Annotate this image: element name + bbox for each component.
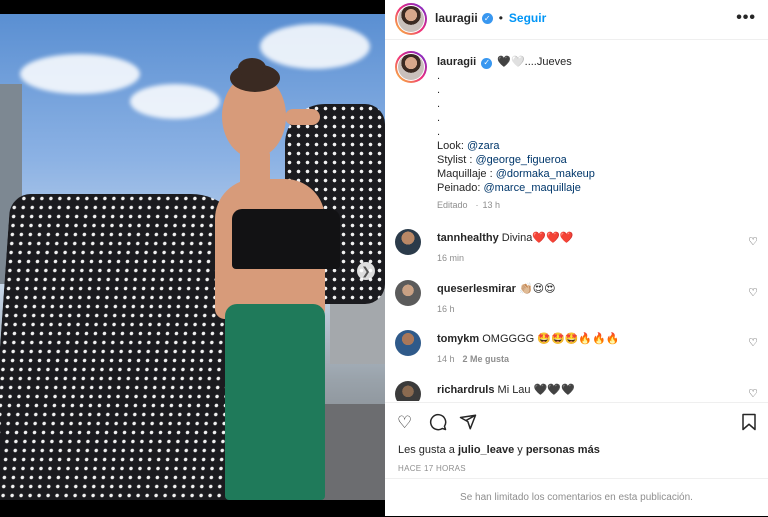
edited-label: Editado (437, 200, 468, 210)
comment-body: queserlesmirar 👏🏼😍😍 16 h (437, 282, 737, 316)
separator: • (498, 11, 503, 25)
commenter-username[interactable]: tannhealthy (437, 232, 499, 244)
stylist-link[interactable]: @george_figueroa (476, 154, 567, 166)
green-pants (225, 304, 325, 500)
next-photo-button[interactable]: ❯ (357, 262, 375, 280)
likes-summary: Les gusta a julio_leave y personas más (398, 444, 600, 456)
cloud (260, 24, 370, 69)
look-link[interactable]: @zara (467, 140, 500, 152)
hair-link[interactable]: @marce_maquillaje (483, 182, 580, 194)
caption-dot: . (437, 84, 441, 96)
caption-dot: . (437, 98, 441, 110)
look-label: Look: (437, 140, 467, 152)
more-options-icon[interactable]: ••• (736, 9, 756, 27)
heart-icon[interactable]: ♡ (748, 235, 758, 248)
commenter-avatar[interactable] (395, 280, 421, 306)
post-sidebar: lauragii ✓ • Seguir ••• lauragii ✓ 🖤🤍...… (385, 0, 768, 516)
arm (285, 109, 320, 125)
photo-top-bar (0, 0, 385, 14)
comments-limited-notice: Se han limitado los comentarios en esta … (385, 478, 768, 516)
comments-list: lauragii ✓ 🖤🤍....Jueves . . . . . Look: … (385, 41, 768, 401)
commenter-username[interactable]: richardruls (437, 384, 494, 396)
commenter-username[interactable]: tomykm (437, 333, 479, 345)
comment-likes[interactable]: 2 Me gusta (463, 354, 510, 364)
stylist-label: Stylist : (437, 154, 476, 166)
chevron-right-icon: ❯ (361, 265, 371, 278)
comment-text: Mi Lau 🖤🖤🖤 (497, 384, 575, 396)
post-header: lauragii ✓ • Seguir ••• (385, 0, 768, 40)
makeup-label: Maquillaje : (437, 168, 496, 180)
caption-text: 🖤🤍....Jueves (497, 56, 572, 68)
commenter-avatar[interactable] (395, 330, 421, 356)
comment-text: Divina❤️❤️❤️ (501, 232, 574, 244)
commenter-avatar[interactable] (395, 381, 421, 401)
post-modal: ❯ lauragii ✓ • Seguir ••• lauragii ✓ 🖤🤍.… (0, 0, 768, 516)
post-timestamp[interactable]: HACE 17 HORAS (398, 464, 466, 473)
author-info: lauragii ✓ • Seguir (435, 11, 546, 25)
share-icon[interactable] (459, 413, 477, 436)
likes-others-link[interactable]: personas más (526, 444, 600, 456)
commenter-username[interactable]: queserlesmirar (437, 283, 516, 295)
photo-bottom-bar (0, 500, 385, 516)
verified-badge-icon: ✓ (481, 57, 493, 69)
kimono-left (0, 194, 251, 500)
edited-time: 13 h (482, 200, 501, 210)
comment-time: 16 min (437, 253, 465, 263)
comment-text: 👏🏼😍😍 (518, 283, 556, 295)
bookmark-icon[interactable] (741, 413, 757, 436)
makeup-link[interactable]: @dormaka_makeup (496, 168, 595, 180)
cloud (130, 84, 220, 119)
heart-icon[interactable]: ♡ (748, 387, 758, 400)
caption-dot: . (437, 70, 441, 82)
hair-bun (238, 58, 266, 78)
verified-badge-icon: ✓ (481, 12, 493, 24)
post-caption: lauragii ✓ 🖤🤍....Jueves . . . . . Look: … (437, 55, 737, 212)
post-photo[interactable]: ❯ (0, 14, 385, 500)
cloud (20, 54, 140, 94)
comment-time: 14 h (437, 354, 455, 364)
bustier (232, 209, 340, 269)
caption-dot: . (437, 112, 441, 124)
follow-button[interactable]: Seguir (509, 11, 546, 25)
likes-prefix: Les gusta a (398, 444, 458, 456)
hair-label: Peinado: (437, 182, 484, 194)
comment-body: tomykm OMGGGG 🤩🤩🤩🔥🔥🔥 14 h 2 Me gusta (437, 332, 737, 366)
likes-user-link[interactable]: julio_leave (458, 444, 514, 456)
commenter-avatar[interactable] (395, 229, 421, 255)
caption-dot: . (437, 126, 441, 138)
heart-icon[interactable]: ♡ (397, 413, 412, 433)
likes-join: y (514, 444, 526, 456)
heart-icon[interactable]: ♡ (748, 286, 758, 299)
caption-username[interactable]: lauragii (437, 56, 476, 68)
comment-time: 16 h (437, 304, 455, 314)
caption-avatar[interactable] (395, 51, 427, 83)
comment-body: richardruls Mi Lau 🖤🖤🖤 (437, 383, 737, 397)
comment-text: OMGGGG 🤩🤩🤩🔥🔥🔥 (482, 333, 620, 345)
heart-icon[interactable]: ♡ (748, 336, 758, 349)
author-avatar[interactable] (395, 3, 427, 35)
author-username[interactable]: lauragii (435, 11, 478, 25)
comment-icon[interactable] (429, 413, 447, 436)
action-bar: ♡ (385, 402, 768, 440)
comment-body: tannhealthy Divina❤️❤️❤️ 16 min (437, 231, 737, 265)
